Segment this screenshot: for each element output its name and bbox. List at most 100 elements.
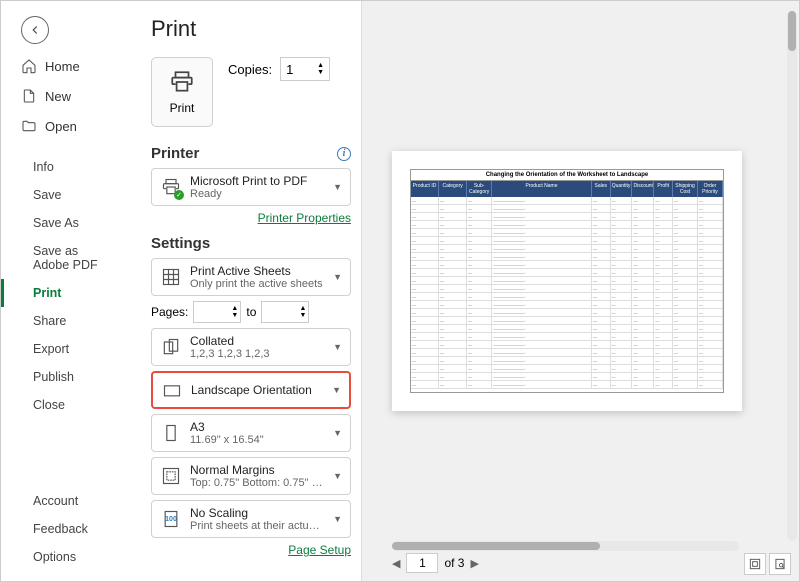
sidebar-item-save[interactable]: Save [1, 181, 131, 209]
print-button-label: Print [170, 101, 195, 115]
sidebar-item-save-adobe[interactable]: Save as Adobe PDF [1, 237, 131, 279]
show-margins-button[interactable] [744, 553, 766, 575]
table-row: ————————————————— [411, 237, 723, 245]
sidebar-item-print[interactable]: Print [1, 279, 131, 307]
table-row: ————————————————— [411, 357, 723, 365]
paper-icon [160, 422, 182, 444]
table-row: ————————————————— [411, 381, 723, 389]
sidebar-label-new: New [45, 89, 71, 104]
landscape-icon [161, 379, 183, 401]
sidebar-item-options[interactable]: Options [1, 543, 131, 571]
table-row: ————————————————— [411, 365, 723, 373]
info-icon[interactable]: i [337, 147, 351, 161]
margins-selector[interactable]: Normal Margins Top: 0.75" Bottom: 0.75" … [151, 457, 351, 495]
printer-properties-link[interactable]: Printer Properties [151, 211, 351, 225]
table-row: ————————————————— [411, 229, 723, 237]
copies-spinner[interactable]: ▲▼ [317, 62, 324, 76]
sidebar-item-save-as[interactable]: Save As [1, 209, 131, 237]
table-row: ————————————————— [411, 253, 723, 261]
scaling-selector[interactable]: 100 No Scaling Print sheets at their act… [151, 500, 351, 538]
main-area: Print Print Copies: 1 ▲▼ Printer i ✓ [131, 1, 799, 581]
table-row: ————————————————— [411, 285, 723, 293]
chevron-down-icon: ▼ [333, 182, 342, 192]
chevron-down-icon: ▼ [333, 342, 342, 352]
pages-to-input[interactable]: ▲▼ [261, 301, 309, 323]
collation-selector[interactable]: Collated 1,2,3 1,2,3 1,2,3 ▼ [151, 328, 351, 366]
scaling-icon: 100 [160, 508, 182, 530]
sidebar-item-feedback[interactable]: Feedback [1, 515, 131, 543]
page-title: Print [151, 16, 351, 42]
next-page-button[interactable]: ▶ [470, 557, 478, 570]
sidebar-item-account[interactable]: Account [1, 487, 131, 515]
table-row: ————————————————— [411, 197, 723, 205]
print-preview: Changing the Orientation of the Workshee… [361, 1, 799, 581]
table-row: ————————————————— [411, 293, 723, 301]
printer-selector[interactable]: ✓ Microsoft Print to PDF Ready ▼ [151, 168, 351, 206]
page-navigator: ◀ 1 of 3 ▶ [392, 553, 479, 573]
sidebar-item-publish[interactable]: Publish [1, 363, 131, 391]
chevron-down-icon: ▼ [332, 385, 341, 395]
prev-page-button[interactable]: ◀ [392, 557, 400, 570]
preview-page: Changing the Orientation of the Workshee… [392, 151, 742, 411]
sidebar-item-close[interactable]: Close [1, 391, 131, 419]
sidebar-item-open[interactable]: Open [1, 111, 131, 141]
sidebar-item-share[interactable]: Share [1, 307, 131, 335]
table-row: ————————————————— [411, 261, 723, 269]
sidebar: Home New Open Info Save Save As Save as … [1, 41, 131, 581]
print-area-selector[interactable]: Print Active Sheets Only print the activ… [151, 258, 351, 296]
sidebar-item-home[interactable]: Home [1, 51, 131, 81]
collated-icon [160, 336, 182, 358]
orientation-selector[interactable]: Landscape Orientation ▼ [151, 371, 351, 409]
table-row: ————————————————— [411, 221, 723, 229]
pages-to-label: to [246, 305, 256, 319]
current-page-input[interactable]: 1 [406, 553, 438, 573]
table-row: ————————————————— [411, 325, 723, 333]
preview-table-title: Changing the Orientation of the Workshee… [411, 170, 723, 181]
table-row: ————————————————— [411, 373, 723, 381]
chevron-down-icon: ▼ [333, 428, 342, 438]
pages-label: Pages: [151, 305, 188, 319]
table-row: ————————————————— [411, 269, 723, 277]
table-row: ————————————————— [411, 333, 723, 341]
sheets-icon [160, 266, 182, 288]
pages-from-input[interactable]: ▲▼ [193, 301, 241, 323]
print-controls: Print Print Copies: 1 ▲▼ Printer i ✓ [131, 1, 361, 581]
preview-table: Changing the Orientation of the Workshee… [410, 169, 724, 393]
table-row: ————————————————— [411, 245, 723, 253]
zoom-controls [744, 553, 791, 575]
table-row: ————————————————— [411, 205, 723, 213]
chevron-down-icon: ▼ [333, 471, 342, 481]
sidebar-item-export[interactable]: Export [1, 335, 131, 363]
sidebar-item-new[interactable]: New [1, 81, 131, 111]
printer-name: Microsoft Print to PDF [190, 174, 325, 188]
printer-icon [169, 69, 195, 95]
page-setup-link[interactable]: Page Setup [151, 543, 351, 557]
sidebar-item-info[interactable]: Info [1, 153, 131, 181]
copies-label: Copies: [228, 62, 272, 77]
table-row: ————————————————— [411, 317, 723, 325]
copies-input[interactable]: 1 ▲▼ [280, 57, 330, 81]
preview-table-header: Product IDCategorySub-CategoryProduct Na… [411, 181, 723, 197]
preview-hscrollbar[interactable] [392, 541, 739, 551]
print-button[interactable]: Print [151, 57, 213, 127]
check-icon: ✓ [174, 190, 184, 200]
table-row: ————————————————— [411, 341, 723, 349]
printer-device-icon: ✓ [160, 176, 182, 198]
zoom-to-page-button[interactable] [769, 553, 791, 575]
page-total-label: of 3 [444, 556, 464, 570]
chevron-down-icon: ▼ [333, 272, 342, 282]
table-row: ————————————————— [411, 277, 723, 285]
pages-range-row: Pages: ▲▼ to ▲▼ [151, 301, 351, 323]
paper-size-selector[interactable]: A3 11.69" x 16.54" ▼ [151, 414, 351, 452]
sidebar-label-open: Open [45, 119, 77, 134]
margins-icon [160, 465, 182, 487]
back-button[interactable] [21, 16, 49, 44]
preview-vscrollbar[interactable] [787, 11, 797, 541]
table-row: ————————————————— [411, 213, 723, 221]
chevron-down-icon: ▼ [333, 514, 342, 524]
table-row: ————————————————— [411, 309, 723, 317]
table-row: ————————————————— [411, 349, 723, 357]
sidebar-label-home: Home [45, 59, 80, 74]
printer-status: Ready [190, 188, 325, 200]
table-row: ————————————————— [411, 301, 723, 309]
